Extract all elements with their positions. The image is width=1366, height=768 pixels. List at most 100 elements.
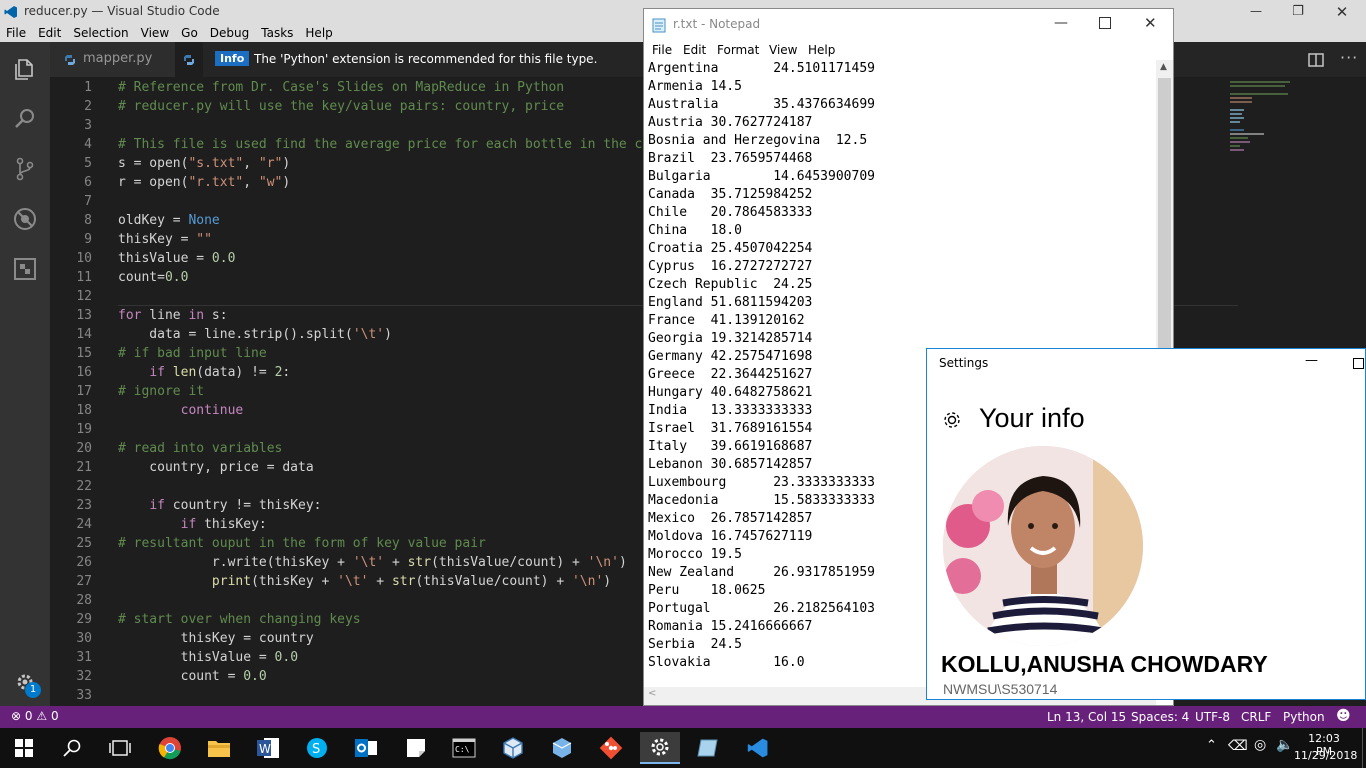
tab-reducer-py[interactable] xyxy=(175,42,203,77)
cursor-position[interactable]: Ln 13, Col 15 xyxy=(1047,710,1126,724)
vscode-restore-button[interactable]: ❐ xyxy=(1286,0,1310,24)
settings-window: Settings — Your info KOLLU,ANUSHA CHOWDA… xyxy=(926,348,1366,700)
notepad-app-icon xyxy=(652,18,666,33)
menu-help[interactable]: Help xyxy=(299,24,338,42)
volume-muted-icon[interactable]: 🔈 xyxy=(1276,737,1293,753)
notepad-menu-help[interactable]: Help xyxy=(808,43,835,57)
feedback-smiley-icon[interactable]: ☻ xyxy=(1336,708,1351,724)
settings-update-badge: 1 xyxy=(25,682,41,698)
line-number: 23 xyxy=(76,498,92,513)
line-number: 21 xyxy=(76,460,92,475)
file-explorer-icon[interactable] xyxy=(199,732,239,764)
system-date[interactable]: 11/29/2018 xyxy=(1294,749,1357,762)
code-line: 13 for line in s: xyxy=(50,306,227,325)
notepad-menu-file[interactable]: File xyxy=(652,43,672,57)
code-line: 12 xyxy=(50,287,92,306)
code-text: thisValue = 0.0 xyxy=(118,650,299,665)
scroll-up-arrow-icon[interactable]: ▲ xyxy=(1160,62,1167,72)
split-editor-icon[interactable] xyxy=(1308,53,1324,67)
notepad-text-line: Bulgaria 14.6453900709 xyxy=(648,169,875,184)
line-number: 32 xyxy=(76,669,92,684)
code-line: 33 xyxy=(50,686,92,705)
menu-edit[interactable]: Edit xyxy=(32,24,67,42)
problems-indicator[interactable]: ⊗ 0 ⚠ 0 xyxy=(11,709,59,723)
start-windows-icon[interactable] xyxy=(4,732,44,764)
notepad-menu-format[interactable]: Format xyxy=(717,43,759,57)
package-box-icon[interactable] xyxy=(542,732,582,764)
network-status-icon[interactable]: ⌫ xyxy=(1228,738,1248,754)
line-number: 28 xyxy=(76,593,92,608)
code-line: 2 # reducer.py will use the key/value pai… xyxy=(50,97,564,116)
minimap[interactable] xyxy=(1230,77,1300,177)
virtualbox-cube-icon[interactable] xyxy=(493,732,533,764)
code-text: country, price = data xyxy=(118,460,314,475)
notepad-menu-edit[interactable]: Edit xyxy=(683,43,706,57)
code-line: 15 # if bad input line xyxy=(50,344,266,363)
line-number: 9 xyxy=(84,232,92,247)
notepad-taskbar-icon[interactable] xyxy=(689,732,729,764)
tab-mapper-py[interactable]: mapper.py xyxy=(50,42,175,77)
explorer-icon[interactable] xyxy=(0,44,50,94)
end-of-line[interactable]: CRLF xyxy=(1241,710,1271,724)
more-actions-icon[interactable]: ··· xyxy=(1340,48,1358,67)
code-line: 24 if thisKey: xyxy=(50,515,266,534)
warning-icon: ⚠ xyxy=(36,709,48,723)
file-encoding[interactable]: UTF-8 xyxy=(1195,710,1230,724)
notepad-text-line: Brazil 23.7659574468 xyxy=(648,151,813,166)
debug-icon[interactable] xyxy=(0,194,50,244)
menu-go[interactable]: Go xyxy=(175,24,204,42)
wifi-icon[interactable]: ◎ xyxy=(1254,737,1266,753)
command-prompt-icon[interactable]: C:\ xyxy=(444,732,484,764)
notepad-text-line: Hungary 40.6482758621 xyxy=(648,385,813,400)
notepad-menu-view[interactable]: View xyxy=(769,43,797,57)
chrome-icon[interactable] xyxy=(150,732,190,764)
indentation-setting[interactable]: Spaces: 4 xyxy=(1131,710,1189,724)
git-icon[interactable] xyxy=(591,732,631,764)
line-number: 16 xyxy=(76,365,92,380)
word-icon[interactable]: W xyxy=(248,732,288,764)
settings-taskbar-icon[interactable] xyxy=(640,732,680,764)
vscode-minimize-button[interactable]: — xyxy=(1244,0,1268,24)
menu-debug[interactable]: Debug xyxy=(204,24,255,42)
vscode-taskbar-icon[interactable] xyxy=(738,732,778,764)
settings-maximize-button[interactable] xyxy=(1353,358,1364,369)
svg-text:S: S xyxy=(312,742,320,757)
code-text: s = open("s.txt", "r") xyxy=(118,156,291,171)
menu-view[interactable]: View xyxy=(135,24,175,42)
extensions-icon[interactable] xyxy=(0,244,50,294)
code-line: 26 r.write(thisKey + '\t' + str(thisValu… xyxy=(50,553,626,572)
search-taskbar-icon[interactable] xyxy=(52,732,92,764)
show-desktop-button[interactable] xyxy=(1362,728,1366,768)
manage-gear-icon[interactable] xyxy=(0,657,50,707)
line-number: 31 xyxy=(76,650,92,665)
outlook-icon[interactable] xyxy=(346,732,386,764)
notepad-maximize-button[interactable] xyxy=(1099,17,1111,29)
notepad-text-line: Chile 20.7864583333 xyxy=(648,205,813,220)
notepad-text-line: Greece 22.3644251627 xyxy=(648,367,813,382)
notepad-minimize-button[interactable]: — xyxy=(1054,15,1068,31)
svg-text:W: W xyxy=(259,742,271,756)
code-text: r.write(thisKey + '\t' + str(thisValue/c… xyxy=(118,555,627,570)
search-icon[interactable] xyxy=(0,94,50,144)
error-count: 0 xyxy=(24,709,33,723)
menu-tasks[interactable]: Tasks xyxy=(255,24,299,42)
menu-selection[interactable]: Selection xyxy=(67,24,134,42)
sticky-notes-icon[interactable] xyxy=(396,732,436,764)
notepad-scroll-thumb[interactable] xyxy=(1158,78,1171,348)
windows-taskbar: W S C:\ ⌃ ⌫ ◎ 🔈 12:03 PM 11/29/2018 xyxy=(0,728,1366,768)
notepad-text-line: India 13.3333333333 xyxy=(648,403,813,418)
show-hidden-icons-chevron-icon[interactable]: ⌃ xyxy=(1206,738,1217,753)
skype-icon[interactable]: S xyxy=(297,732,337,764)
settings-minimize-button[interactable]: — xyxy=(1305,353,1318,368)
menu-file[interactable]: File xyxy=(0,24,32,42)
code-text: if len(data) != 2: xyxy=(149,365,291,380)
language-mode[interactable]: Python xyxy=(1283,710,1325,724)
line-number: 17 xyxy=(76,384,92,399)
code-line: 1 # Reference from Dr. Case's Slides on M… xyxy=(50,78,564,97)
vscode-close-button[interactable]: ✕ xyxy=(1330,0,1354,24)
scroll-left-arrow-icon[interactable]: < xyxy=(648,688,656,699)
notepad-text-line: Canada 35.7125984252 xyxy=(648,187,813,202)
notepad-close-button[interactable]: ✕ xyxy=(1144,14,1157,32)
source-control-icon[interactable] xyxy=(0,144,50,194)
task-view-icon[interactable] xyxy=(100,732,140,764)
